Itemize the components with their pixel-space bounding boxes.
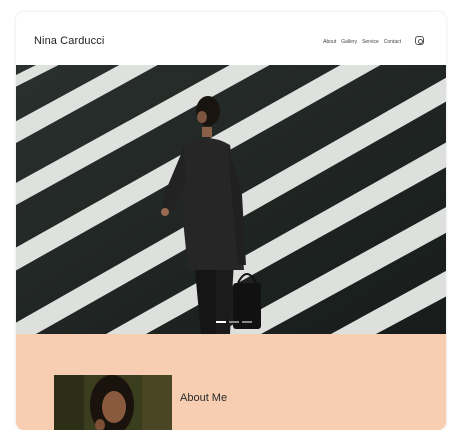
carousel-dot[interactable]	[229, 321, 239, 323]
website-preview: Nina Carducci About Gallery Service Cont…	[16, 12, 446, 430]
portrait-image	[54, 375, 172, 430]
site-header: Nina Carducci About Gallery Service Cont…	[16, 12, 446, 65]
carousel-dot[interactable]	[242, 321, 252, 323]
about-section: About Me	[16, 334, 446, 430]
main-nav: About Gallery Service Contact	[323, 39, 418, 45]
carousel-dot[interactable]	[216, 321, 226, 323]
about-photo	[54, 375, 172, 430]
nav-link-contact[interactable]: Contact	[384, 39, 401, 45]
instagram-icon[interactable]	[415, 36, 424, 45]
nav-link-service[interactable]: Service	[362, 39, 379, 45]
page: Nina Carducci About Gallery Service Cont…	[0, 0, 451, 430]
nav-link-gallery[interactable]: Gallery	[341, 39, 357, 45]
hero-image	[16, 65, 446, 334]
hero-carousel[interactable]	[16, 65, 446, 334]
carousel-indicators	[216, 321, 252, 323]
nav-link-about[interactable]: About	[323, 39, 336, 45]
about-title: About Me	[180, 392, 228, 404]
site-title[interactable]: Nina Carducci	[34, 35, 104, 47]
